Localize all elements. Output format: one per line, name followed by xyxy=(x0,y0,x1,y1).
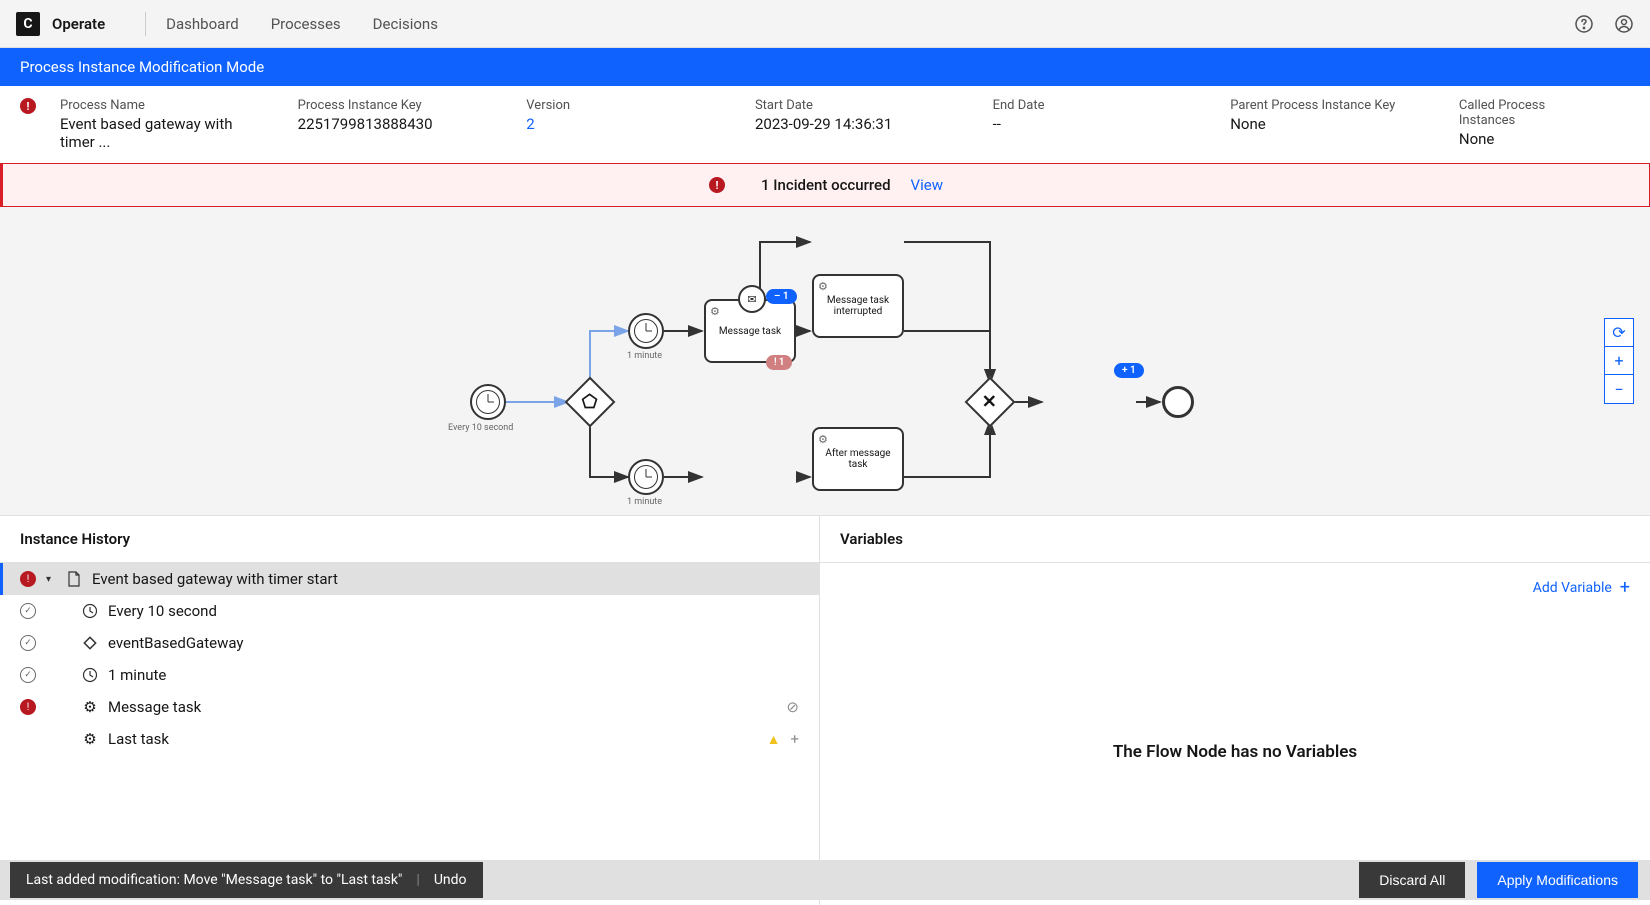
modification-toast: Last added modification: Move "Message t… xyxy=(10,862,483,898)
divider xyxy=(145,12,146,36)
chevron-down-icon[interactable]: ▾ xyxy=(46,574,56,585)
gear-icon: ⚙ xyxy=(82,731,98,747)
nav-decisions[interactable]: Decisions xyxy=(373,15,438,33)
intermediate-timer-1[interactable] xyxy=(628,313,664,349)
bpmn-diagram[interactable]: Every 10 second ⬠ 1 minute 1 minute ⚙Mes… xyxy=(0,207,1650,515)
discard-all-button[interactable]: Discard All xyxy=(1359,862,1465,898)
timer2-label: 1 minute xyxy=(627,497,662,507)
ok-status-icon xyxy=(20,667,36,683)
warning-icon: ▲ xyxy=(767,731,781,748)
incident-banner: ! 1 Incident occurred View xyxy=(0,163,1650,207)
app-name: Operate xyxy=(52,15,105,33)
process-name-label: Process Name xyxy=(60,98,258,113)
end-event[interactable] xyxy=(1162,386,1194,418)
tree-label: eventBasedGateway xyxy=(108,634,244,652)
app-header: C Operate Dashboard Processes Decisions xyxy=(0,0,1650,48)
end-date-value: -- xyxy=(993,115,1191,133)
variables-empty-state: The Flow Node has no Variables xyxy=(820,598,1650,905)
nav-processes[interactable]: Processes xyxy=(271,15,341,33)
instance-key-value: 2251799813888430 xyxy=(298,115,487,133)
incident-status-icon: ! xyxy=(20,98,36,114)
footer-bar: Last added modification: Move "Message t… xyxy=(0,860,1650,900)
incident-badge: !1 xyxy=(766,355,792,370)
bottom-panels: Instance History ! ▾ Event based gateway… xyxy=(0,515,1650,905)
tree-row[interactable]: eventBasedGateway xyxy=(0,627,819,659)
tree-label: Event based gateway with timer start xyxy=(92,570,338,588)
ok-status-icon xyxy=(20,603,36,619)
ok-status-icon xyxy=(20,635,36,651)
tree-row[interactable]: ⚙ Last task ▲ + xyxy=(0,723,819,755)
instance-history-panel: Instance History ! ▾ Event based gateway… xyxy=(0,516,820,905)
error-status-icon: ! xyxy=(20,571,36,587)
tree-row[interactable]: Every 10 second xyxy=(0,595,819,627)
minus-badge: – 1 xyxy=(766,289,797,304)
zoom-out-button[interactable]: − xyxy=(1605,375,1633,403)
start-date-value: 2023-09-29 14:36:31 xyxy=(755,115,953,133)
cancel-icon: ⊘ xyxy=(786,698,799,716)
task-message-interrupted[interactable]: ⚙Message task interrupted xyxy=(812,274,904,338)
timer-icon xyxy=(82,603,98,619)
tree-label: Message task xyxy=(108,698,201,716)
start-date-label: Start Date xyxy=(755,98,953,113)
plus-badge: + 1 xyxy=(1114,363,1144,378)
alert-icon: ! xyxy=(709,177,725,193)
gateway-icon xyxy=(82,635,98,651)
version-value[interactable]: 2 xyxy=(526,115,715,133)
process-name-value: Event based gateway with timer ... xyxy=(60,115,258,151)
variables-title: Variables xyxy=(840,530,903,548)
tree-label: Every 10 second xyxy=(108,602,217,620)
event-gateway[interactable]: ⬠ xyxy=(565,377,616,428)
tree-label: Last task xyxy=(108,730,169,748)
parent-key-value: None xyxy=(1230,115,1419,133)
incident-view-link[interactable]: View xyxy=(911,176,943,194)
instance-details: ! Process Name Event based gateway with … xyxy=(0,86,1650,163)
modification-mode-banner: Process Instance Modification Mode xyxy=(0,48,1650,86)
history-title: Instance History xyxy=(0,516,819,563)
error-status-icon: ! xyxy=(20,699,36,715)
tree-row[interactable]: 1 minute xyxy=(0,659,819,691)
zoom-reset-button[interactable]: ⟳ xyxy=(1605,319,1633,347)
timer1-label: 1 minute xyxy=(627,351,662,361)
version-label: Version xyxy=(526,98,715,113)
timer-icon xyxy=(82,667,98,683)
zoom-controls: ⟳ + − xyxy=(1604,318,1634,404)
start-timer-event[interactable] xyxy=(470,384,506,420)
parent-key-label: Parent Process Instance Key xyxy=(1230,98,1419,113)
start-event-label: Every 10 second xyxy=(448,423,513,433)
user-icon[interactable] xyxy=(1614,14,1634,34)
toast-message: Last added modification: Move "Message t… xyxy=(26,872,402,888)
help-icon[interactable] xyxy=(1574,14,1594,34)
intermediate-timer-2[interactable] xyxy=(628,459,664,495)
app-logo: C xyxy=(16,12,40,36)
end-date-label: End Date xyxy=(993,98,1191,113)
called-instances-label: Called Process Instances xyxy=(1459,98,1590,128)
gear-icon: ⚙ xyxy=(82,699,98,715)
task-after-message[interactable]: ⚙After message task xyxy=(812,427,904,491)
add-variable-button[interactable]: Add Variable+ xyxy=(1533,577,1630,598)
zoom-in-button[interactable]: + xyxy=(1605,347,1633,375)
instance-key-label: Process Instance Key xyxy=(298,98,487,113)
tree-row-root[interactable]: ! ▾ Event based gateway with timer start xyxy=(0,563,819,595)
tree-row[interactable]: ! ⚙ Message task ⊘ xyxy=(0,691,819,723)
called-instances-value: None xyxy=(1459,130,1590,148)
merge-gateway[interactable]: ✕ xyxy=(965,377,1016,428)
message-boundary-icon: ✉ xyxy=(738,285,766,313)
history-tree: ! ▾ Event based gateway with timer start… xyxy=(0,563,819,905)
tree-label: 1 minute xyxy=(108,666,166,684)
incident-text: 1 Incident occurred xyxy=(761,176,891,194)
nav-dashboard[interactable]: Dashboard xyxy=(166,15,239,33)
apply-modifications-button[interactable]: Apply Modifications xyxy=(1477,862,1638,898)
undo-button[interactable]: Undo xyxy=(434,872,467,888)
variables-panel: Variables Add Variable+ The Flow Node ha… xyxy=(820,516,1650,905)
add-icon[interactable]: + xyxy=(790,730,799,748)
document-icon xyxy=(66,571,82,587)
